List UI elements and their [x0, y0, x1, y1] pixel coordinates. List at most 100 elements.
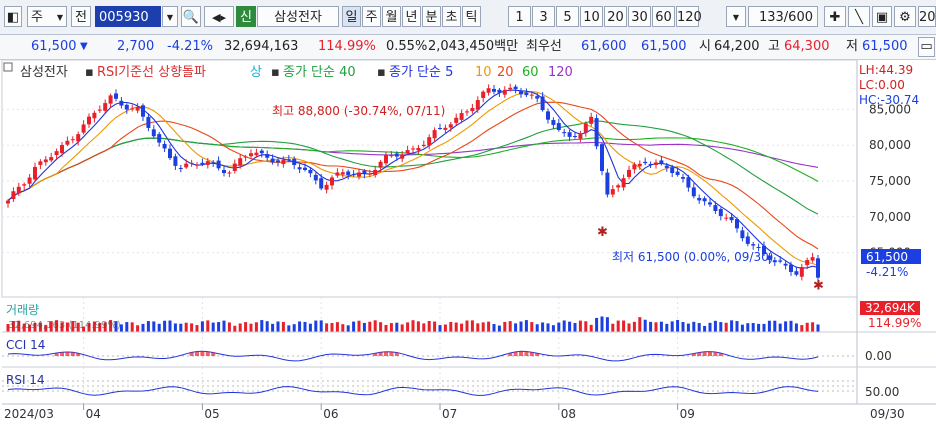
- priority-label: 최우선: [526, 39, 562, 54]
- candle-body: [670, 167, 675, 174]
- period-select-value: 주: [31, 10, 43, 25]
- code-dropdown-icon[interactable]: ▼: [162, 6, 178, 27]
- line-tool-icon[interactable]: ╲: [848, 6, 870, 27]
- volume-bar: [422, 323, 426, 332]
- volume-bar: [330, 323, 334, 332]
- interval-button[interactable]: 120: [676, 6, 702, 27]
- volume-bar: [654, 322, 658, 332]
- candle-body: [475, 100, 480, 110]
- volume-bar: [589, 324, 593, 332]
- volume-bar: [562, 320, 566, 332]
- candle-body: [211, 162, 216, 164]
- legend-sep: ▪: [85, 65, 94, 80]
- cci-fill: [691, 353, 696, 356]
- count-display[interactable]: 133/600: [748, 6, 818, 27]
- search-icon[interactable]: 🔍: [181, 6, 201, 27]
- candle-body: [708, 202, 712, 205]
- interval-button[interactable]: 3: [532, 6, 555, 27]
- candle-body: [492, 88, 496, 92]
- cci-fill: [54, 353, 59, 356]
- volume-bar: [611, 323, 615, 332]
- low-value: 61,500: [862, 39, 908, 54]
- legend-p120: 120: [548, 65, 573, 80]
- stock-code-input[interactable]: 005930: [95, 6, 161, 27]
- interval-button[interactable]: 10: [580, 6, 603, 27]
- volume-bar: [454, 322, 458, 332]
- cci-fill: [200, 351, 205, 356]
- interval-button[interactable]: 5: [556, 6, 579, 27]
- period-tab[interactable]: 월: [382, 6, 401, 27]
- gear-icon[interactable]: ⚙: [894, 6, 916, 27]
- period-tab[interactable]: 일: [342, 6, 361, 27]
- volume-bar: [443, 324, 447, 332]
- info-hc: HC:-30.74: [859, 93, 919, 107]
- volume-bar: [784, 321, 788, 332]
- candle-body: [38, 161, 43, 165]
- volume-bar: [584, 321, 588, 332]
- candle-body: [313, 174, 318, 181]
- candle-body: [49, 157, 54, 161]
- candle-body: [243, 156, 248, 158]
- candle-body: [659, 160, 664, 164]
- legend-sep2: ▪: [271, 65, 280, 80]
- speaker-icon[interactable]: ◀▸: [204, 6, 234, 27]
- candle-body: [643, 161, 648, 164]
- cci-title: CCI 14: [6, 338, 45, 352]
- candle-body: [60, 145, 64, 153]
- candle-body: [373, 169, 378, 176]
- layout-icon[interactable]: ◧: [4, 6, 22, 27]
- period-tab[interactable]: 분: [422, 6, 441, 27]
- volume-bar: [541, 322, 545, 332]
- volume-bar: [551, 325, 555, 332]
- candle-body: [535, 96, 540, 99]
- volume-bar: [811, 322, 815, 332]
- interval-button[interactable]: 20: [604, 6, 627, 27]
- volume-bar: [265, 321, 269, 332]
- interval-button[interactable]: 60: [652, 6, 675, 27]
- period-tab[interactable]: 틱: [462, 6, 481, 27]
- volume-bar: [335, 322, 339, 332]
- candle-body: [551, 120, 556, 125]
- candle-body: [65, 140, 70, 145]
- period-tab[interactable]: 년: [402, 6, 421, 27]
- volume-bar: [222, 320, 226, 332]
- volume-bar: [762, 323, 766, 332]
- price-box-pct: -4.21%: [866, 265, 908, 279]
- candle-body: [524, 92, 529, 96]
- candle-body: [195, 164, 199, 166]
- save-icon[interactable]: ▣: [872, 6, 892, 27]
- candle-body: [33, 166, 37, 180]
- best-ask: 61,600: [581, 39, 627, 54]
- interval-button[interactable]: 1: [508, 6, 531, 27]
- volume-bar: [622, 320, 626, 332]
- volume-bar: [211, 322, 215, 332]
- period-select[interactable]: 주 ▼: [27, 6, 67, 27]
- info-lc: LC:0.00: [859, 78, 905, 92]
- candle-body: [562, 132, 567, 134]
- legend-sep3: ▪: [377, 65, 386, 80]
- candle-body: [691, 187, 696, 197]
- candle-body: [816, 258, 820, 278]
- count-dropdown-icon[interactable]: ▼: [726, 6, 746, 27]
- candle-body: [108, 95, 113, 104]
- candle-body: [103, 103, 108, 111]
- quote-amount: 2,043,450백만: [428, 39, 519, 54]
- volume-pct: 114.99%: [868, 316, 921, 330]
- volume-bar: [292, 324, 296, 332]
- volume-subtitle: 32,694,163 (114.99%): [8, 320, 121, 331]
- volume-title: 거래량: [6, 303, 39, 317]
- expand-icon[interactable]: ▭: [918, 37, 935, 57]
- interval-button[interactable]: 30: [628, 6, 651, 27]
- period-tab[interactable]: 초: [442, 6, 461, 27]
- candle-body: [718, 209, 723, 217]
- cci-fill: [76, 353, 81, 356]
- more-button[interactable]: 20: [918, 6, 936, 27]
- volume-bar: [692, 321, 696, 332]
- stock-chart: 65,00070,00075,00080,00085,000 ✱✱ 삼성전자 ▪…: [0, 60, 936, 426]
- candle-body: [675, 171, 680, 175]
- candle-body: [151, 129, 156, 137]
- prev-button[interactable]: 전: [71, 6, 91, 27]
- crosshair-icon[interactable]: ✚: [824, 6, 846, 27]
- period-tab[interactable]: 주: [362, 6, 381, 27]
- volume-bar: [395, 322, 399, 332]
